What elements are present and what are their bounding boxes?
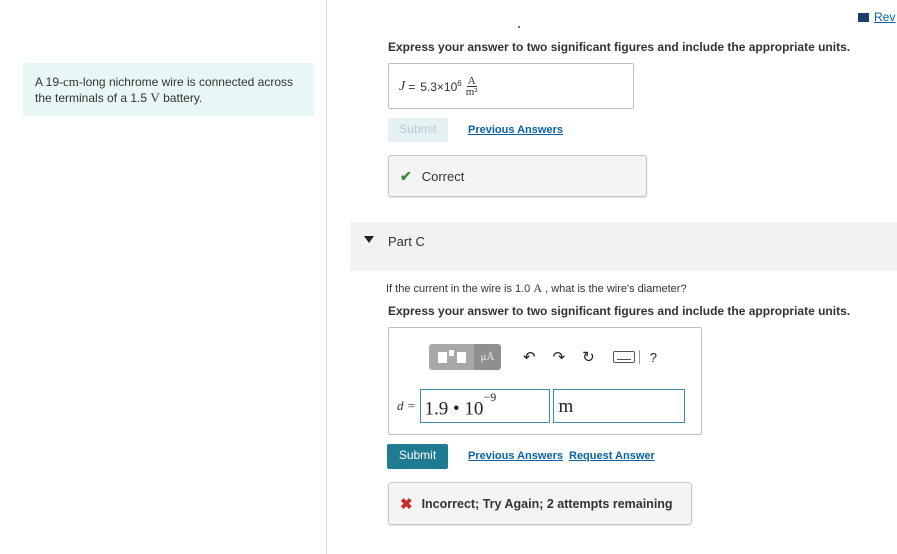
part-b-feedback-text: Correct <box>421 168 465 184</box>
problem-text-3: battery. <box>159 91 203 105</box>
value-text: 1.9 • 10 <box>424 398 484 420</box>
redo-icon[interactable]: ↷ <box>553 350 566 365</box>
x-icon: ✖ <box>400 495 413 513</box>
part-c-feedback-text: Incorrect; Try Again; 2 attempts remaini… <box>421 496 673 511</box>
part-b-submit-button[interactable]: Submit <box>388 118 448 142</box>
check-icon: ✔ <box>400 167 412 184</box>
problem-text-1: A 19- <box>35 75 64 89</box>
part-b-answer-box: J = 5.3×10 6 A m² <box>388 63 634 109</box>
problem-panel: A 19-cm-long nichrome wire is connected … <box>0 0 327 554</box>
keyboard-icon[interactable] <box>612 351 635 363</box>
answer-editor: μÅ ↶ ↷ ↻ ? d = 1.9 • 10−9 m <box>388 327 702 435</box>
unit-v: V <box>150 90 160 105</box>
toolbar-divider <box>638 350 640 364</box>
question-unit: A <box>533 281 543 295</box>
part-c-previous-answers-link[interactable]: Previous Answers <box>468 450 563 462</box>
question-text-1: If the current in the wire is 1.0 <box>386 283 534 295</box>
answer-mantissa: 5.3×10 <box>420 79 458 94</box>
value-input[interactable]: 1.9 • 10−9 <box>419 389 550 423</box>
undo-icon[interactable]: ↶ <box>523 350 536 365</box>
unit-denominator: m² <box>465 86 478 98</box>
problem-statement: A 19-cm-long nichrome wire is connected … <box>23 63 314 116</box>
scroll-artifact <box>518 26 520 28</box>
request-answer-link[interactable]: Request Answer <box>569 450 655 462</box>
question-text-2: , what is the wire's diameter? <box>542 283 687 295</box>
answer-equals: = <box>408 79 416 94</box>
review-link-label: Rev <box>874 10 896 24</box>
part-c-submit-button[interactable]: Submit <box>387 444 448 469</box>
caret-down-icon[interactable] <box>364 236 374 243</box>
value-exponent: −9 <box>483 390 497 404</box>
review-icon <box>858 13 869 22</box>
answer-input-row: d = 1.9 • 10−9 m <box>397 389 685 423</box>
units-button[interactable]: μÅ <box>474 344 501 370</box>
input-variable: d = <box>397 398 416 413</box>
reset-icon[interactable]: ↻ <box>582 350 595 365</box>
input-variable-label: d = <box>397 398 416 414</box>
answer-exponent: 6 <box>457 79 462 88</box>
unit-cm: cm <box>63 74 79 89</box>
part-b-previous-answers-link[interactable]: Previous Answers <box>468 124 563 136</box>
part-c-instructions: Express your answer to two significant f… <box>388 304 851 318</box>
part-c-question: If the current in the wire is 1.0 A , wh… <box>386 281 687 296</box>
templates-button[interactable] <box>429 344 474 370</box>
review-link[interactable]: Rev <box>858 10 895 24</box>
answer-variable: J <box>399 78 406 94</box>
help-icon[interactable]: ? <box>650 350 657 365</box>
part-b-answer: J = 5.3×10 6 A m² <box>399 76 478 98</box>
part-b-feedback: ✔ Correct <box>388 155 647 197</box>
answer-units: A m² <box>465 76 478 98</box>
part-b-instructions: Express your answer to two significant f… <box>388 40 851 54</box>
part-c-header[interactable]: Part C <box>350 222 897 271</box>
templates-icon <box>437 350 466 363</box>
editor-toolbar: μÅ ↶ ↷ ↻ ? <box>429 344 657 370</box>
unit-input[interactable]: m <box>552 389 685 423</box>
part-c-feedback: ✖ Incorrect; Try Again; 2 attempts remai… <box>388 482 692 525</box>
part-c-title: Part C <box>388 234 425 249</box>
